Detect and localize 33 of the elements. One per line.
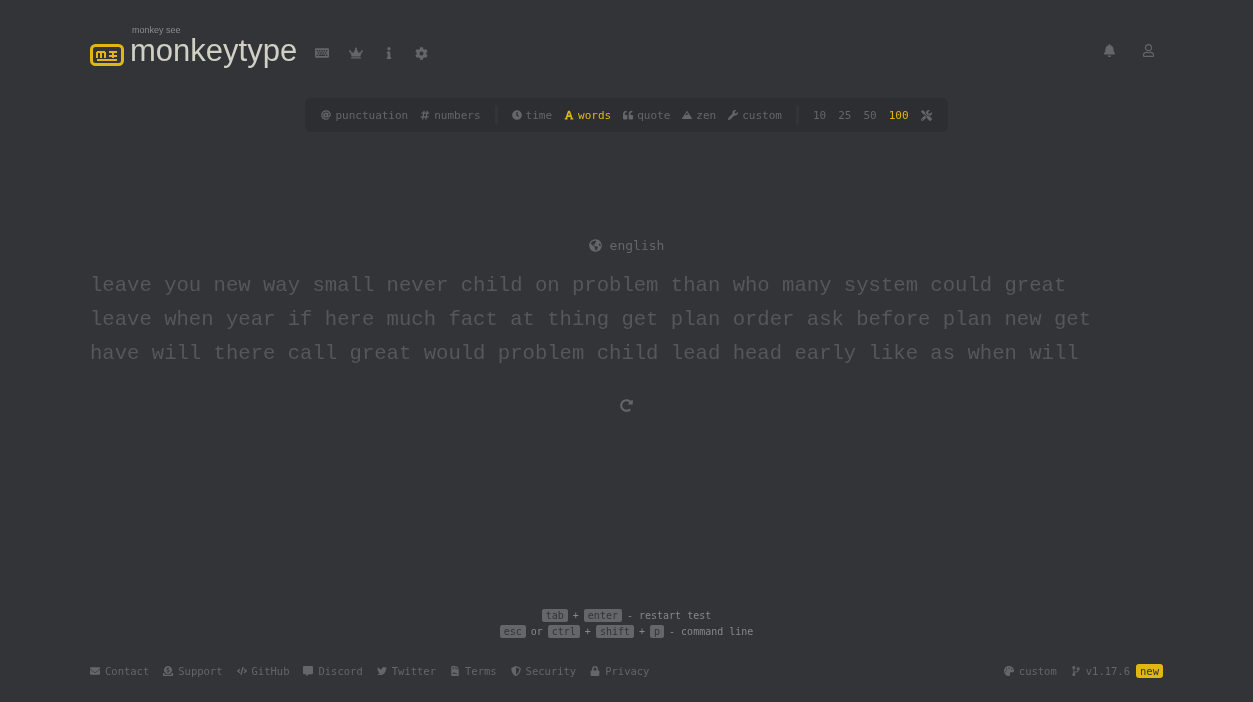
- hint-text: +: [572, 610, 579, 621]
- mode-button[interactable]: words: [558, 108, 618, 122]
- palette-icon: [1003, 666, 1014, 676]
- new-badge: new: [1136, 664, 1163, 678]
- bird-icon: [376, 666, 387, 676]
- lock-icon: [590, 666, 601, 676]
- length-button[interactable]: 50: [857, 108, 883, 122]
- mountain-icon: [682, 110, 693, 120]
- coin-hand-icon: [163, 666, 174, 676]
- hint-text: +: [639, 626, 645, 637]
- envelope-icon: [90, 666, 100, 676]
- at-icon: [321, 110, 332, 120]
- quote-icon: [623, 110, 634, 120]
- hash-icon: [420, 110, 431, 120]
- hint-text: or: [530, 626, 543, 637]
- hint-text: - restart test: [626, 610, 712, 621]
- length-button[interactable]: 100: [882, 108, 915, 122]
- wrench-icon: [728, 110, 739, 120]
- app-logo-title[interactable]: monkeytype: [130, 34, 298, 66]
- branch-icon: [1070, 666, 1081, 676]
- shield-icon: [510, 666, 521, 676]
- code-icon: [236, 666, 247, 676]
- chat-icon: [303, 666, 314, 676]
- length-button[interactable]: 10: [807, 108, 833, 122]
- globe-icon: [588, 239, 602, 252]
- hint-text: +: [584, 626, 591, 637]
- logo-tagline: monkey see: [132, 24, 182, 35]
- hint-text: - command line: [669, 626, 754, 637]
- length-button[interactable]: 25: [832, 108, 858, 122]
- logo-icon: [90, 43, 124, 66]
- clock-icon: [511, 110, 522, 120]
- document-icon: [450, 666, 460, 676]
- letter-icon: [564, 110, 575, 120]
